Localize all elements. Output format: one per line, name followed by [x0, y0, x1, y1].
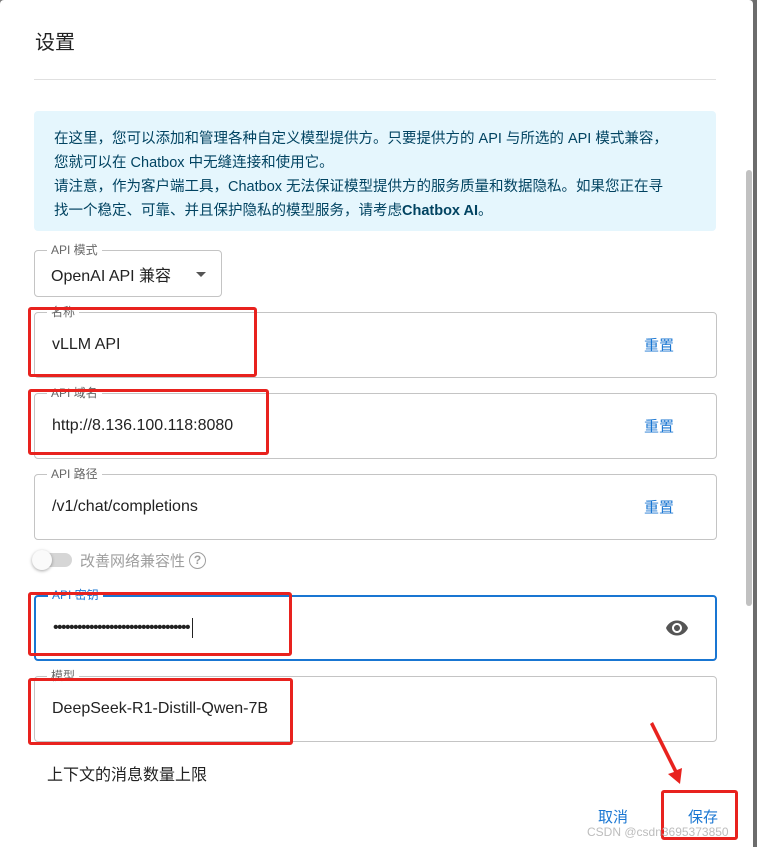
- title-divider: [34, 79, 716, 80]
- name-label: 名称: [47, 305, 80, 319]
- api-host-reset-button[interactable]: 重置: [644, 416, 674, 437]
- model-field[interactable]: 模型 DeepSeek-R1-Distill-Qwen-7B: [34, 669, 717, 742]
- context-limit-label: 上下文的消息数量上限: [47, 767, 208, 784]
- info-line-4-suffix: 。: [478, 203, 493, 219]
- cancel-button[interactable]: 取消: [598, 806, 628, 827]
- toggle-thumb: [32, 550, 52, 570]
- api-mode-label: API 模式: [47, 243, 102, 257]
- name-value: vLLM API: [52, 336, 121, 353]
- info-line-1: 在这里，您可以添加和管理各种自定义模型提供方。只要提供方的 API 与所选的 A…: [54, 131, 668, 147]
- model-value: DeepSeek-R1-Distill-Qwen-7B: [52, 700, 269, 717]
- annotation-arrow-icon: [650, 722, 682, 784]
- name-reset-button[interactable]: 重置: [644, 335, 674, 356]
- api-mode-value: OpenAI API 兼容: [51, 267, 172, 285]
- eye-icon[interactable]: [665, 616, 689, 640]
- info-line-3: 请注意，作为客户端工具，Chatbox 无法保证模型提供方的服务质量和数据隐私。…: [54, 179, 664, 195]
- api-path-value: /v1/chat/completions: [52, 498, 198, 515]
- info-line-2: 您就可以在 Chatbox 中无缝连接和使用它。: [54, 155, 334, 171]
- chevron-down-icon: [196, 272, 206, 277]
- watermark: CSDN @csdn3695373850: [587, 825, 729, 839]
- model-label: 模型: [47, 669, 80, 683]
- network-compat-label: 改善网络兼容性: [80, 552, 186, 570]
- scrollbar-thumb[interactable]: [746, 170, 752, 606]
- api-key-label: API 密钥: [48, 588, 103, 602]
- info-line-4: 找一个稳定、可靠、并且保护隐私的模型服务，请考虑Chatbox AI。: [54, 199, 696, 223]
- settings-dialog: 设置 在这里，您可以添加和管理各种自定义模型提供方。只要提供方的 API 与所选…: [0, 0, 753, 847]
- api-host-label: API 域名: [47, 386, 102, 400]
- api-path-reset-button[interactable]: 重置: [644, 497, 674, 518]
- api-key-field[interactable]: API 密钥 •••••••••••••••••••••••••••••••••…: [34, 588, 717, 661]
- api-path-field[interactable]: API 路径 /v1/chat/completions 重置: [34, 467, 717, 540]
- screenshot: 设置 在这里，您可以添加和管理各种自定义模型提供方。只要提供方的 API 与所选…: [0, 0, 757, 847]
- save-button[interactable]: 保存: [688, 806, 718, 827]
- api-path-label: API 路径: [47, 467, 102, 481]
- network-compat-toggle[interactable]: [32, 550, 72, 570]
- info-alert: 在这里，您可以添加和管理各种自定义模型提供方。只要提供方的 API 与所选的 A…: [34, 111, 716, 231]
- api-key-dots: ••••••••••••••••••••••••••••••••••: [53, 619, 191, 637]
- backdrop-edge: [753, 0, 757, 847]
- api-mode-select[interactable]: API 模式 OpenAI API 兼容: [34, 243, 222, 297]
- text-cursor: [192, 618, 194, 638]
- dialog-title: 设置: [35, 32, 75, 54]
- api-host-field[interactable]: API 域名 http://8.136.100.118:8080 重置: [34, 386, 717, 459]
- help-icon[interactable]: ?: [189, 551, 207, 569]
- info-line-4-prefix: 找一个稳定、可靠、并且保护隐私的模型服务，请考虑: [54, 203, 402, 219]
- api-host-value: http://8.136.100.118:8080: [52, 417, 234, 434]
- name-field[interactable]: 名称 vLLM API 重置: [34, 305, 717, 378]
- chatbox-ai-link: Chatbox AI: [402, 203, 478, 219]
- api-key-value: ••••••••••••••••••••••••••••••••••: [53, 618, 194, 638]
- network-compat-row: 改善网络兼容性 ?: [32, 548, 207, 572]
